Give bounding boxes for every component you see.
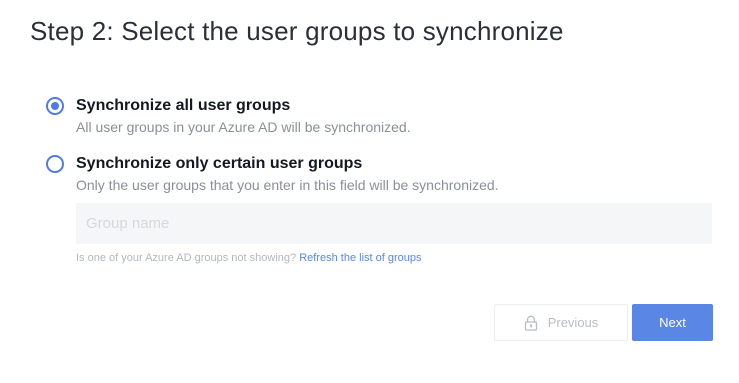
groups-hint: Is one of your Azure AD groups not showi…: [76, 252, 422, 264]
group-name-input[interactable]: [76, 203, 712, 244]
radio-sync-all[interactable]: [46, 97, 64, 115]
lock-icon: [524, 315, 538, 331]
option-sync-certain-label: Synchronize only certain user groups: [76, 155, 363, 172]
option-sync-certain[interactable]: Synchronize only certain user groups Onl…: [46, 154, 499, 195]
page-title: Step 2: Select the user groups to synchr…: [30, 16, 564, 46]
option-sync-all-description: All user groups in your Azure AD will be…: [76, 119, 411, 135]
radio-sync-certain[interactable]: [46, 155, 64, 173]
option-sync-all-label: Synchronize all user groups: [76, 97, 291, 114]
next-button[interactable]: Next: [632, 304, 713, 341]
option-sync-all[interactable]: Synchronize all user groups All user gro…: [46, 96, 411, 137]
previous-button-label: Previous: [547, 315, 599, 330]
groups-hint-text: Is one of your Azure AD groups not showi…: [76, 252, 300, 264]
option-sync-certain-description: Only the user groups that you enter in t…: [76, 177, 499, 193]
previous-button[interactable]: Previous: [494, 304, 628, 341]
refresh-groups-link[interactable]: Refresh the list of groups: [299, 252, 421, 264]
